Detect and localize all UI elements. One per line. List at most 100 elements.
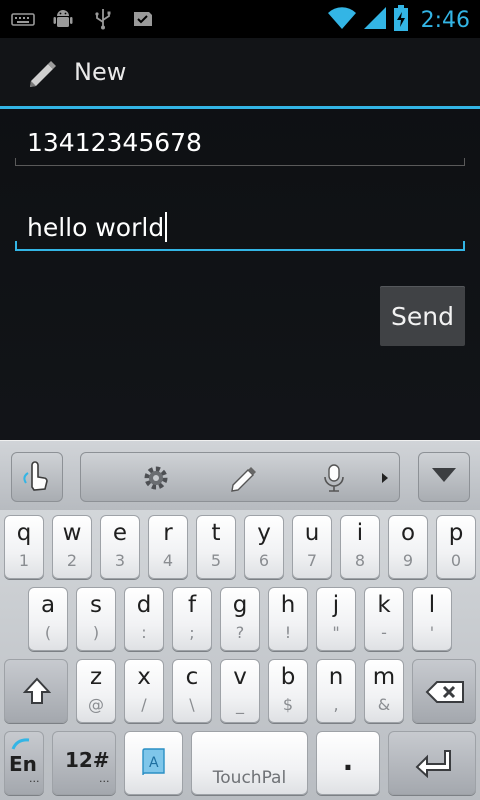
message-text: hello world [27,212,168,242]
more-arrow-icon[interactable] [375,463,395,493]
key-sublabel: 7 [306,551,318,570]
symbols-dots: ... [99,772,110,785]
handwriting-button[interactable] [11,452,63,502]
svg-text:A: A [149,755,159,771]
key-c[interactable]: c \ [172,659,212,723]
key-label: f [187,592,197,618]
key-f[interactable]: f; [172,587,212,651]
hide-keyboard-icon [430,466,458,488]
key-l[interactable]: l ' [412,587,452,651]
key-sublabel: 2 [66,551,78,570]
key-sublabel: @ [88,695,104,714]
key-sublabel: / [141,695,147,714]
send-button[interactable]: Send [380,286,465,346]
key-g[interactable]: g? [220,587,260,651]
screen: 2:46 New 13412345678 hello world Send q … [0,0,480,800]
key-label: s [90,592,102,618]
pencil-icon[interactable] [229,463,259,493]
key-sublabel: 9 [402,551,414,570]
key-sublabel: ; [189,623,195,642]
key-sublabel: \ [189,695,195,714]
action-bar: New [0,38,480,106]
backspace-icon [425,680,465,708]
message-field[interactable]: hello world [15,200,465,251]
shift-key[interactable] [4,659,68,723]
key-label: e [112,520,128,546]
key-a[interactable]: a( [28,587,68,651]
key-label: c [185,664,199,690]
key-sublabel: _ [236,695,244,714]
backspace-key[interactable] [412,659,476,723]
key-j[interactable]: j " [316,587,356,651]
space-label: TouchPal [212,768,287,788]
key-label: a [40,592,56,618]
enter-icon [415,748,451,782]
key-r[interactable]: r4 [148,515,188,579]
key-sublabel: - [381,623,387,642]
key-sublabel: 5 [210,551,222,570]
key-q[interactable]: q1 [4,515,44,579]
action-bar-divider [0,106,480,109]
pencil-icon[interactable] [26,56,60,90]
key-t[interactable]: t5 [196,515,236,579]
soft-keyboard: q1 w2 e3 r4 t5 y6 u7 i8 o9 p0 a( s) d: f… [0,440,480,800]
key-label: u [304,520,320,546]
recipient-value: 13412345678 [27,128,202,157]
recipient-field[interactable]: 13412345678 [15,118,465,166]
key-sublabel: 8 [354,551,366,570]
key-p[interactable]: p0 [436,515,476,579]
key-sublabel: ' [429,623,435,642]
microphone-icon[interactable] [319,463,349,493]
enter-key[interactable] [388,731,476,795]
key-x[interactable]: x / [124,659,164,723]
key-i[interactable]: i8 [340,515,380,579]
key-sublabel: $ [282,695,294,714]
language-dots: ... [29,772,40,785]
dictionary-key[interactable]: A [124,731,183,795]
signal-icon [363,5,387,35]
key-e[interactable]: e3 [100,515,140,579]
key-y[interactable]: y6 [244,515,284,579]
page-title: New [74,58,127,86]
sms-icon [130,7,156,31]
usb-icon [90,7,116,31]
key-z[interactable]: z @ [76,659,116,723]
key-label: y [257,520,271,546]
key-k[interactable]: k- [364,587,404,651]
hide-keyboard-button[interactable] [418,452,470,502]
key-label: o [400,520,416,546]
key-m[interactable]: m & [364,659,404,723]
key-label: v [233,664,247,690]
key-u[interactable]: u7 [292,515,332,579]
key-label: g [232,592,248,618]
symbols-key[interactable]: 12# ... [52,731,116,795]
status-bar: 2:46 [0,0,480,38]
key-sublabel: ! [284,623,292,642]
key-s[interactable]: s) [76,587,116,651]
key-n[interactable]: n, [316,659,356,723]
settings-icon[interactable] [141,463,171,493]
key-o[interactable]: o9 [388,515,428,579]
key-b[interactable]: b $ [268,659,308,723]
key-sublabel: ) [92,623,100,642]
period-key[interactable]: . [316,731,380,795]
key-w[interactable]: w2 [52,515,92,579]
key-sublabel: ? [235,623,245,642]
space-key[interactable]: TouchPal [191,731,308,795]
wifi-icon [327,5,357,35]
language-key[interactable]: En ... [4,731,44,795]
key-v[interactable]: v _ [220,659,260,723]
key-sublabel: 6 [258,551,270,570]
key-label: m [372,664,396,690]
key-h[interactable]: h! [268,587,308,651]
key-sublabel: " [332,623,340,642]
handwriting-icon [20,457,54,497]
key-label: b [280,664,296,690]
period-label: . [342,744,354,777]
key-label: t [211,520,221,546]
shift-icon [22,676,52,710]
battery-icon [393,4,409,36]
status-clock: 2:46 [420,7,470,33]
key-sublabel: , [333,695,339,714]
key-d[interactable]: d: [124,587,164,651]
